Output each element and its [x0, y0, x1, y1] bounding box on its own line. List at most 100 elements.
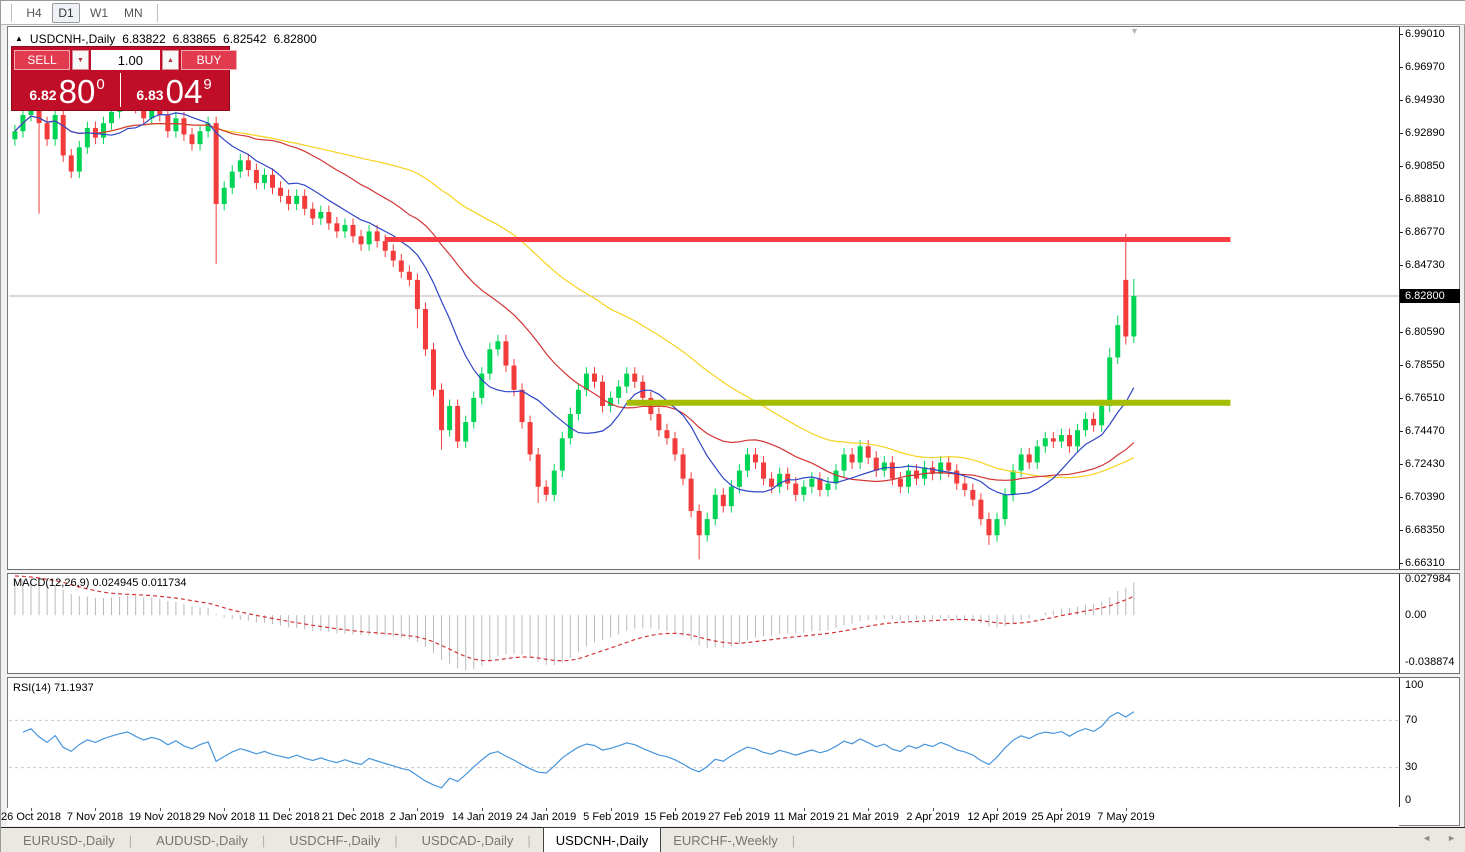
date-axis-tick [868, 808, 869, 811]
ohlc-open: 6.83822 [122, 32, 165, 46]
price-axis-tick [1399, 365, 1403, 366]
ohlc-low: 6.82542 [223, 32, 266, 46]
macd-axis-zero: 0.00 [1405, 609, 1426, 621]
chart-shift-marker-icon[interactable]: ▼ [1130, 26, 1139, 36]
date-axis-label: 27 Feb 2019 [708, 811, 770, 823]
mt4-chart-window: { "toolbar": { "timeframes": [ {"label":… [0, 0, 1465, 852]
date-axis-tick [31, 808, 32, 811]
price-axis-tick [1399, 497, 1403, 498]
symbol-tab-eurchf[interactable]: EURCHF-,Weekly | [661, 828, 807, 852]
timeframe-h4-button[interactable]: H4 [20, 3, 48, 23]
ohlc-high: 6.83865 [173, 32, 216, 46]
date-axis-tick [482, 808, 483, 811]
price-axis-label: 6.78550 [1405, 359, 1445, 371]
date-axis-label: 7 May 2019 [1097, 811, 1154, 823]
sell-price-point: 0 [96, 76, 104, 93]
current-price-badge: 6.82800 [1400, 289, 1460, 303]
date-axis-tick [160, 808, 161, 811]
price-axis-label: 6.88810 [1405, 193, 1445, 205]
sell-price[interactable]: 6.82 80 0 [14, 71, 120, 109]
date-axis-tick [804, 808, 805, 811]
date-axis-label: 2 Jan 2019 [390, 811, 444, 823]
main-macd-splitter[interactable] [7, 569, 1460, 574]
timeframe-w1-button[interactable]: W1 [84, 3, 114, 23]
symbol-tab-bar: EURUSD-,Daily|AUDUSD-,Daily|USDCHF-,Dail… [1, 827, 1465, 852]
price-axis-label: 6.94930 [1405, 94, 1445, 106]
date-axis[interactable]: 26 Oct 20187 Nov 201819 Nov 201829 Nov 2… [7, 808, 1399, 826]
price-axis-label: 6.72430 [1405, 458, 1445, 470]
volume-input[interactable] [91, 50, 160, 70]
date-axis-label: 7 Nov 2018 [67, 811, 123, 823]
buy-price-pips: 04 [166, 77, 203, 107]
date-axis-label: 5 Feb 2019 [583, 811, 639, 823]
date-axis-label: 15 Feb 2019 [644, 811, 706, 823]
timeframe-mn-button[interactable]: MN [118, 3, 149, 23]
price-axis-tick [1399, 67, 1403, 68]
date-axis-label: 24 Jan 2019 [516, 811, 577, 823]
price-axis-label: 6.86770 [1405, 226, 1445, 238]
symbol-tab-usdcnh[interactable]: USDCNH-,Daily [543, 827, 661, 852]
date-axis-label: 11 Dec 2018 [258, 811, 320, 823]
date-axis-tick [546, 808, 547, 811]
date-axis-label: 12 Apr 2019 [967, 811, 1026, 823]
price-axis-tick [1399, 265, 1403, 266]
tab-separator: | [792, 833, 795, 848]
macd-rsi-splitter[interactable] [7, 673, 1460, 678]
symbol-tab-audusd[interactable]: AUDUSD-,Daily| [144, 828, 277, 852]
chart-title: ▲ USDCNH-,Daily 6.83822 6.83865 6.82542 … [15, 32, 317, 46]
price-axis-label: 6.99010 [1405, 28, 1445, 40]
price-axis-tick [1399, 464, 1403, 465]
volume-increase-button[interactable]: ▲ [162, 50, 179, 70]
tab-scroll-left-icon[interactable]: ◄ [1422, 833, 1431, 843]
ohlc-close: 6.82800 [273, 32, 316, 46]
tab-scroll-right-icon[interactable]: ► [1447, 833, 1456, 843]
sell-button[interactable]: SELL [14, 50, 70, 70]
price-axis-tick [1399, 166, 1403, 167]
rsi-axis-70: 70 [1405, 714, 1417, 726]
date-axis-label: 2 Apr 2019 [906, 811, 959, 823]
tab-separator: | [394, 833, 397, 848]
date-axis-label: 29 Nov 2018 [193, 811, 255, 823]
symbol-tab-usdcad[interactable]: USDCAD-,Daily | [410, 828, 543, 852]
date-axis-label: 14 Jan 2019 [452, 811, 513, 823]
buy-button[interactable]: BUY [181, 50, 237, 70]
price-axis-label: 6.74470 [1405, 425, 1445, 437]
one-click-trading-panel: SELL ▼ ▲ BUY 6.82 80 0 6.83 04 9 [11, 46, 230, 111]
chart-symbol-label: USDCNH-,Daily [30, 32, 115, 46]
date-axis-tick [675, 808, 676, 811]
buy-price-base: 6.83 [136, 87, 163, 103]
chart-plot-svg [1, 1, 1399, 811]
tab-label: USDCAD-,Daily [422, 833, 514, 848]
date-axis-tick [353, 808, 354, 811]
tab-separator: | [527, 833, 530, 848]
symbol-tab-eurusd[interactable]: EURUSD-,Daily| [11, 828, 144, 852]
price-axis-label: 6.92890 [1405, 127, 1445, 139]
date-axis-tick [997, 808, 998, 811]
sell-price-base: 6.82 [29, 87, 56, 103]
rsi-axis-0: 0 [1405, 794, 1411, 806]
price-axis-label: 6.76510 [1405, 392, 1445, 404]
date-axis-tick [611, 808, 612, 811]
rsi-axis-30: 30 [1405, 761, 1417, 773]
price-axis-label: 6.96970 [1405, 61, 1445, 73]
price-axis-tick [1399, 398, 1403, 399]
symbol-tab-usdchf[interactable]: USDCHF-,Daily| [277, 828, 409, 852]
date-axis-label: 19 Nov 2018 [129, 811, 191, 823]
tab-label: USDCNH-,Daily [556, 833, 648, 848]
volume-decrease-button[interactable]: ▼ [72, 50, 89, 70]
rsi-label: RSI(14) 71.1937 [13, 682, 94, 694]
price-axis-tick [1399, 431, 1403, 432]
price-axis-tick [1399, 332, 1403, 333]
price-axis-tick [1399, 563, 1403, 564]
chart-canvas[interactable] [1, 1, 1399, 811]
symbol-marker-icon: ▲ [15, 34, 23, 43]
timeframe-d1-button[interactable]: D1 [52, 3, 80, 23]
tab-label: EURCHF-,Weekly [673, 833, 778, 848]
timeframe-toolbar: H4 D1 W1 MN [1, 1, 1465, 25]
buy-price[interactable]: 6.83 04 9 [121, 71, 227, 109]
date-axis-label: 25 Apr 2019 [1031, 811, 1090, 823]
price-axis-label: 6.84730 [1405, 259, 1445, 271]
date-axis-label: 21 Mar 2019 [837, 811, 899, 823]
date-axis-label: 11 Mar 2019 [774, 811, 835, 823]
spin-up-icon: ▲ [167, 57, 174, 64]
